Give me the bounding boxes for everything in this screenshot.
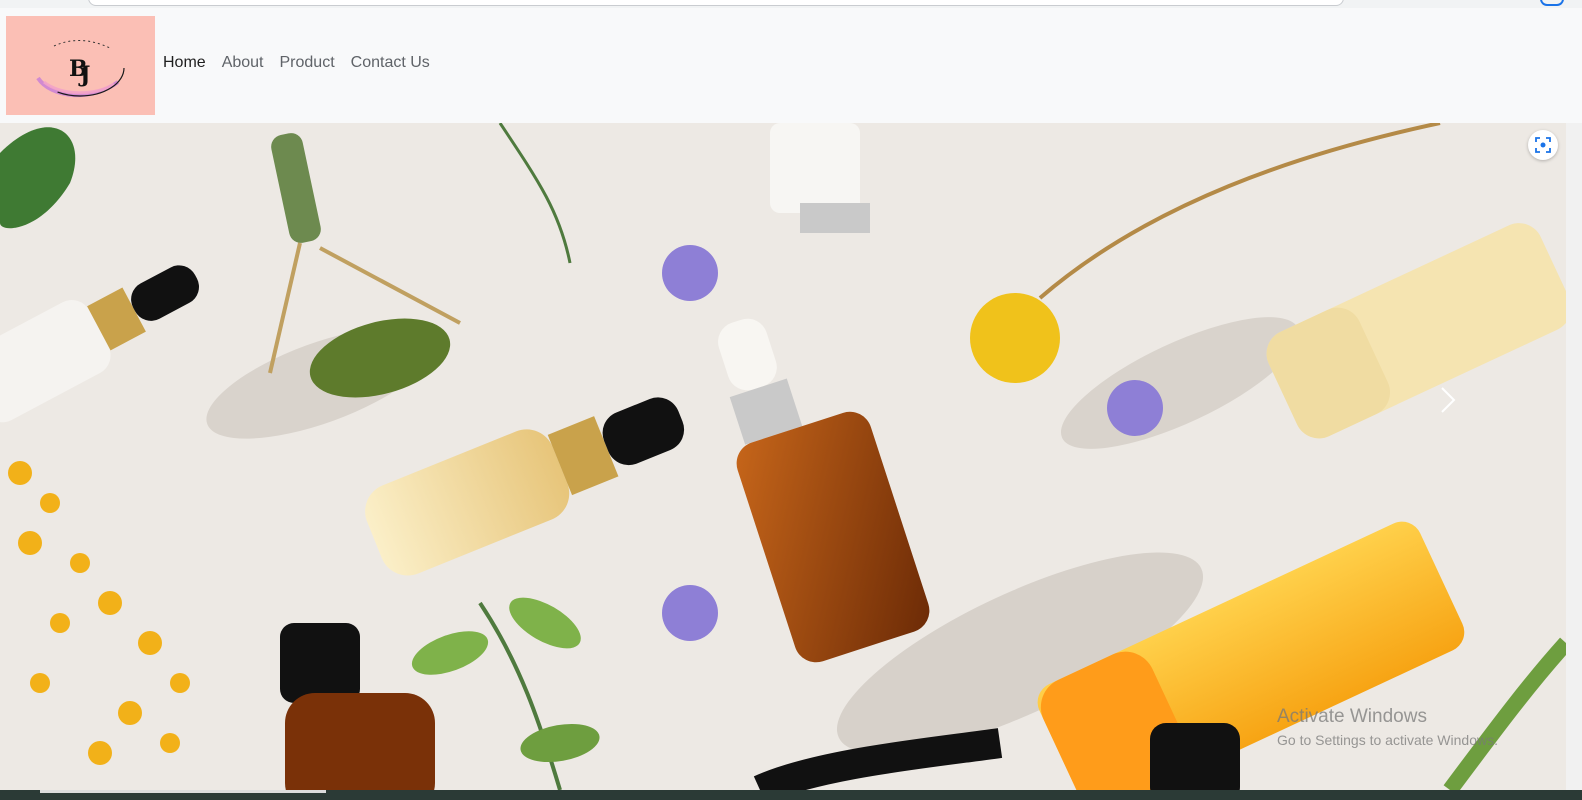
profile-icon[interactable] [1540, 0, 1564, 6]
watermark-subtitle: Go to Settings to activate Windows. [1277, 732, 1498, 748]
top-navbar: B J Home About Product Contact Us [0, 8, 1582, 123]
hero-product-illustration [0, 123, 1566, 790]
page-scrollbar[interactable] [1566, 123, 1582, 790]
taskbar-highlight [40, 790, 326, 793]
carousel-next-button[interactable] [1428, 378, 1468, 422]
visual-search-icon[interactable] [1528, 130, 1558, 160]
nav-link-product[interactable]: Product [280, 54, 335, 72]
chevron-right-icon [1441, 387, 1456, 413]
nav-link-home[interactable]: Home [163, 54, 206, 72]
windows-activation-watermark: Activate Windows Go to Settings to activ… [1277, 706, 1498, 748]
hero-carousel-image [0, 123, 1566, 790]
nav-link-contact-us[interactable]: Contact Us [351, 54, 430, 72]
address-bar[interactable] [88, 0, 1344, 6]
svg-text:J: J [78, 62, 90, 88]
nav-links: Home About Product Contact Us [163, 54, 430, 72]
nav-link-about[interactable]: About [222, 54, 264, 72]
watermark-title: Activate Windows [1277, 706, 1427, 727]
brand-logo[interactable]: B J [6, 16, 155, 115]
